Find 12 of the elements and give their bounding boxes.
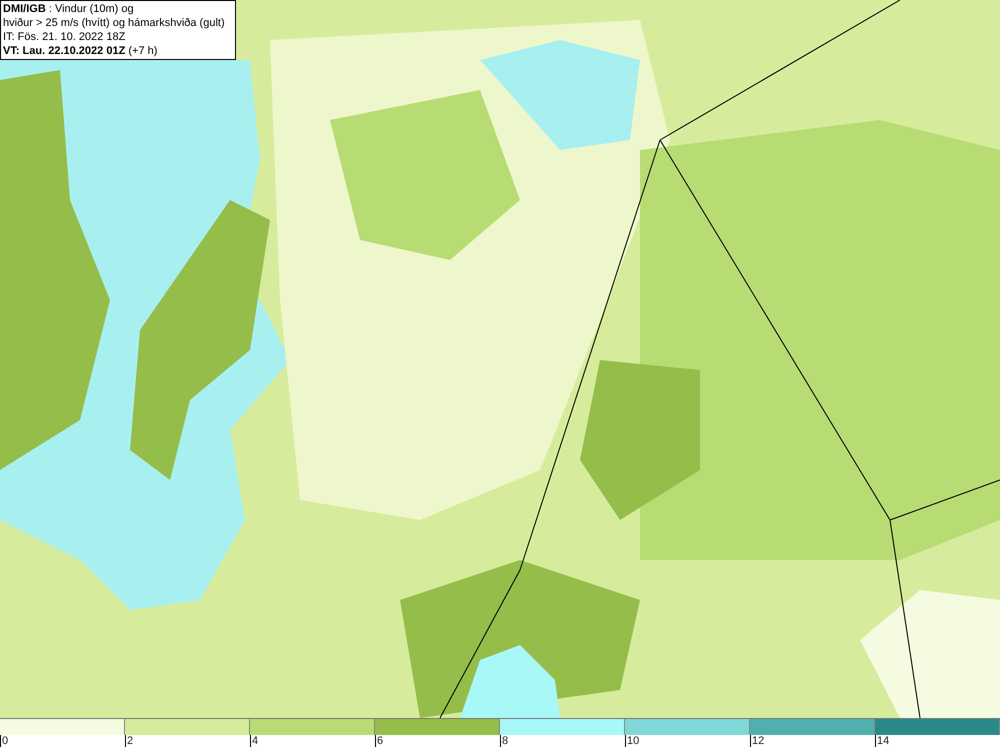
info-text: IT: Fös. 21. 10. 2022 18Z <box>3 30 126 44</box>
legend-label: 14 <box>877 735 890 747</box>
info-text: VT: Lau. 22.10.2022 01Z (+7 h) <box>3 44 158 58</box>
legend-label: 6 <box>377 735 384 747</box>
legend-label: 2 <box>127 735 134 747</box>
legend-label: 8 <box>502 735 508 747</box>
legend-label: 4 <box>252 735 258 747</box>
legend-label: 10 <box>627 735 640 747</box>
legend-label: 12 <box>752 735 764 747</box>
info-text: hviður > 25 m/s (hvítt) og hámarkshviða (gult) <box>3 16 226 30</box>
legend-label: 0 <box>2 735 8 747</box>
info-text: DMI/IGB : Vindur (10m) og <box>3 2 135 16</box>
